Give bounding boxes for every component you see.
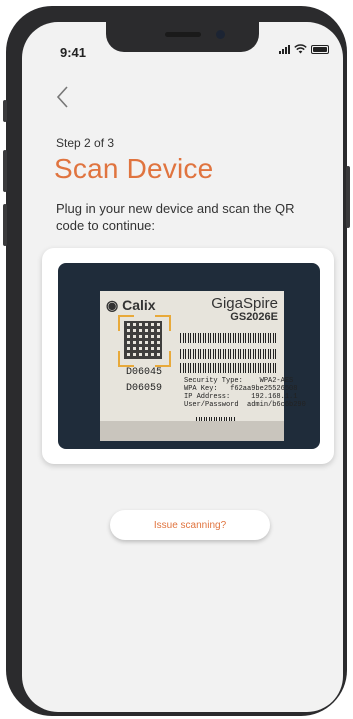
signal-icon (279, 44, 290, 54)
camera-feed-image[interactable]: ◉ Calix GigaSpire GS2026E D06045 D06059 … (58, 263, 320, 449)
page-title: Scan Device (54, 153, 214, 184)
screen: 9:41 Step 2 of 3 Scan Device Plug in you… (22, 22, 343, 712)
phone-frame: 9:41 Step 2 of 3 Scan Device Plug in you… (3, 6, 350, 716)
silent-switch (3, 100, 7, 122)
calix-logo: ◉ Calix (106, 297, 156, 313)
instruction-text: Plug in your new device and scan the QR … (56, 201, 295, 233)
submodel-text: GS2026E (230, 311, 278, 323)
device-code-secondary: D06059 (126, 383, 163, 394)
volume-down-button (3, 204, 7, 246)
battery-icon (311, 44, 329, 54)
front-camera (216, 30, 225, 39)
power-button (346, 166, 350, 228)
back-chevron-icon[interactable] (52, 84, 74, 110)
camera-preview-card: ◉ Calix GigaSpire GS2026E D06045 D06059 … (42, 248, 334, 464)
barcode (180, 333, 276, 343)
barcode (180, 363, 276, 373)
device-code-primary: D06045 (126, 367, 163, 378)
device-label-sticker: ◉ Calix GigaSpire GS2026E D06045 D06059 … (100, 291, 306, 441)
model-text: GigaSpire (211, 295, 278, 312)
scan-frame-corner-tl (118, 315, 134, 331)
issue-scanning-button[interactable]: Issue scanning? (110, 510, 270, 540)
speaker (165, 32, 201, 37)
volume-up-button (3, 150, 7, 192)
scan-frame-corner-br (155, 351, 171, 367)
notch (106, 22, 259, 52)
status-time: 9:41 (60, 45, 87, 60)
step-indicator: Step 2 of 3 (56, 136, 115, 150)
scan-frame-corner-tr (155, 315, 171, 331)
status-icons (279, 44, 329, 54)
scan-frame-corner-bl (118, 351, 134, 367)
barcode (180, 349, 276, 359)
device-spec-text: Security Type: WPA2-AES WPA Key: f62aa9b… (184, 377, 306, 409)
label-footer (100, 421, 284, 441)
wifi-icon (294, 44, 307, 54)
